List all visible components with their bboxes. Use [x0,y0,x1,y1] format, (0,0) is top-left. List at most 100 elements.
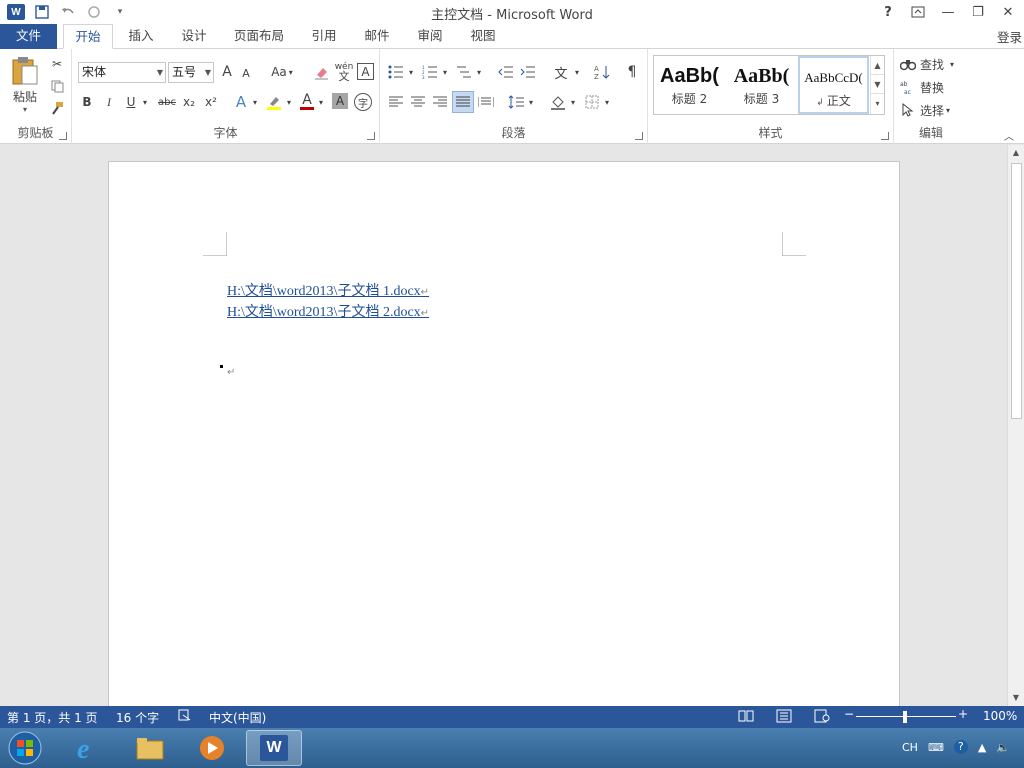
zoom-level[interactable]: 100% [983,709,1017,723]
grow-font-button[interactable]: A [218,63,236,81]
subscript-button[interactable]: x₂ [180,93,198,111]
web-layout-icon[interactable] [814,709,830,726]
enclose-characters-icon[interactable]: 字 [354,93,372,111]
chevron-down-icon[interactable]: ▾ [526,95,536,109]
chevron-up-icon[interactable]: ▲ [871,56,884,75]
help-button[interactable]: ? [878,2,898,22]
tab-insert[interactable]: 插入 [122,24,160,49]
ime-indicator[interactable]: CH [902,741,918,754]
paragraph-dialog-launcher[interactable] [635,132,643,140]
chevron-down-icon[interactable]: ▾ [474,65,484,79]
clipboard-dialog-launcher[interactable] [59,132,67,140]
copy-icon[interactable] [48,77,66,95]
show-formatting-marks-icon[interactable]: ¶ [622,63,642,81]
chevron-down-icon[interactable]: ▾ [250,95,260,109]
chevron-down-icon[interactable]: ▾ [440,65,450,79]
subdocument-link-1[interactable]: H:\文档\word2013\子文档 1.docx↵ [227,280,429,300]
show-hidden-icons-icon[interactable]: ▲ [978,741,986,754]
style-heading-2[interactable]: AaBb( 标题 2 [654,56,725,114]
tab-design[interactable]: 设计 [175,24,213,49]
read-mode-icon[interactable] [738,710,754,725]
font-name-combo[interactable]: 宋体 ▼ [78,62,166,83]
increase-indent-icon[interactable] [518,63,538,81]
styles-dialog-launcher[interactable] [881,132,889,140]
sort-icon[interactable]: AZ [592,63,612,81]
format-painter-icon[interactable] [48,99,66,117]
keyboard-icon[interactable]: ⌨ [928,741,944,754]
align-center-icon[interactable] [408,93,428,111]
zoom-in-button[interactable]: + [958,707,968,721]
scroll-up-icon[interactable]: ▲ [1008,145,1024,161]
decrease-indent-icon[interactable] [496,63,516,81]
print-layout-icon[interactable] [776,709,792,726]
tab-view[interactable]: 视图 [464,24,502,49]
tab-review[interactable]: 审阅 [411,24,449,49]
justify-icon[interactable] [452,91,474,113]
phonetic-guide-button[interactable]: wén 文 [334,61,354,83]
volume-icon[interactable]: 🔈 [996,741,1010,754]
distributed-icon[interactable] [476,93,496,111]
chevron-down-icon[interactable]: ▾ [568,95,578,109]
page-count[interactable]: 第 1 页，共 1 页 [7,709,98,726]
numbering-icon[interactable]: 123 [420,63,440,81]
cut-icon[interactable]: ✂ [48,55,66,73]
start-button[interactable] [0,730,50,766]
font-size-combo[interactable]: 五号 ▼ [168,62,214,83]
zoom-slider-thumb[interactable] [903,711,907,723]
underline-button[interactable]: U [122,93,140,111]
help-tray-icon[interactable]: ? [953,740,968,754]
chevron-down-icon[interactable]: ▼ [871,75,884,94]
zoom-out-button[interactable]: − [844,707,854,721]
chevron-down-icon[interactable]: ▾ [284,95,294,109]
find-button[interactable]: 查找 ▾ [900,55,964,73]
chevron-down-icon[interactable]: ▾ [602,95,612,109]
character-border-icon[interactable]: A [357,63,374,80]
document-page[interactable]: H:\文档\word2013\子文档 1.docx↵ H:\文档\word201… [108,161,900,706]
change-case-button[interactable]: Aa ▾ [268,63,296,81]
taskbar-explorer[interactable] [122,730,178,766]
minimize-button[interactable]: — [938,2,958,22]
more-styles-icon[interactable]: ▾ [871,94,884,113]
ribbon-display-options-icon[interactable] [908,2,928,22]
tab-home[interactable]: 开始 [63,24,113,49]
superscript-button[interactable]: x² [202,93,220,111]
text-effects-icon[interactable]: A [232,93,250,111]
proofing-icon[interactable] [178,708,192,725]
paste-button[interactable]: 粘贴 ▾ [8,55,42,115]
align-right-icon[interactable] [430,93,450,111]
highlight-icon[interactable] [264,93,284,111]
scroll-down-icon[interactable]: ▼ [1008,690,1024,706]
language-indicator[interactable]: 中文(中国) [209,709,266,726]
select-button[interactable]: 选择 ▾ [900,101,964,119]
shading-icon[interactable] [548,93,568,111]
vertical-scrollbar[interactable]: ▲ ▼ [1007,145,1024,706]
clear-formatting-icon[interactable] [312,63,330,81]
taskbar-media-player[interactable] [184,730,240,766]
taskbar-ie[interactable]: e [60,730,116,766]
sign-in-link[interactable]: 登录 [997,27,1022,46]
underline-dropdown-icon[interactable]: ▾ [140,95,150,109]
borders-icon[interactable] [582,93,602,111]
multilevel-list-icon[interactable] [454,63,474,81]
line-spacing-icon[interactable] [506,93,526,111]
chevron-down-icon[interactable]: ▾ [316,95,326,109]
taskbar-word[interactable]: W [246,730,302,766]
word-count[interactable]: 16 个字 [116,709,159,726]
chevron-down-icon[interactable]: ▾ [572,65,582,79]
subdocument-link-2[interactable]: H:\文档\word2013\子文档 2.docx↵ [227,301,429,321]
restore-button[interactable]: ❐ [968,2,988,22]
style-heading-3[interactable]: AaBb( 标题 3 [726,56,797,114]
character-shading-button[interactable]: A [332,93,348,109]
bullets-icon[interactable] [386,63,406,81]
tab-file[interactable]: 文件 [0,24,57,49]
italic-button[interactable]: I [100,93,118,111]
tab-mailings[interactable]: 邮件 [358,24,396,49]
tab-references[interactable]: 引用 [305,24,343,49]
font-color-button[interactable]: A [298,91,316,111]
tab-page-layout[interactable]: 页面布局 [228,24,290,49]
shrink-font-button[interactable]: A [238,65,254,81]
close-button[interactable]: ✕ [998,2,1018,22]
align-left-icon[interactable] [386,93,406,111]
font-dialog-launcher[interactable] [367,132,375,140]
chevron-down-icon[interactable]: ▾ [406,65,416,79]
